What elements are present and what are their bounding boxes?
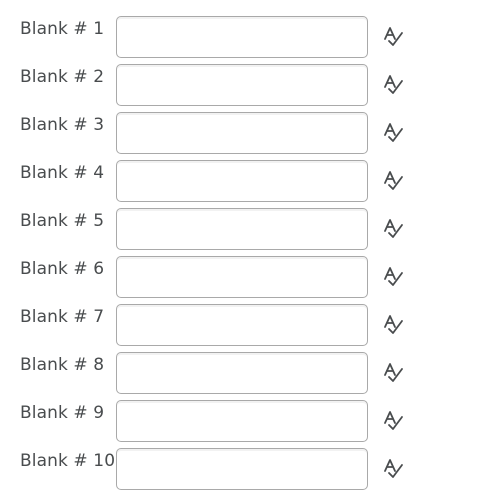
blank-input[interactable] <box>116 160 368 202</box>
spellcheck-icon[interactable] <box>382 25 406 49</box>
blank-label: Blank # 10 <box>20 451 116 471</box>
blank-row: Blank # 9 <box>0 400 485 448</box>
spellcheck-icon[interactable] <box>382 409 406 433</box>
blank-input[interactable] <box>116 352 368 394</box>
blank-row: Blank # 3 <box>0 112 485 160</box>
blank-row: Blank # 2 <box>0 64 485 112</box>
blank-label: Blank # 8 <box>20 355 105 375</box>
blank-input[interactable] <box>116 448 368 490</box>
blank-label: Blank # 1 <box>20 19 105 39</box>
blank-label: Blank # 7 <box>20 307 105 327</box>
blank-row: Blank # 8 <box>0 352 485 400</box>
blank-label: Blank # 2 <box>20 67 105 87</box>
blank-row: Blank # 10 <box>0 448 485 496</box>
spellcheck-icon[interactable] <box>382 73 406 97</box>
blank-input[interactable] <box>116 16 368 58</box>
spellcheck-icon[interactable] <box>382 457 406 481</box>
blank-row: Blank # 1 <box>0 16 485 64</box>
spellcheck-icon[interactable] <box>382 265 406 289</box>
blank-label: Blank # 4 <box>20 163 105 183</box>
blank-row: Blank # 6 <box>0 256 485 304</box>
blank-label: Blank # 5 <box>20 211 105 231</box>
blank-label: Blank # 6 <box>20 259 105 279</box>
spellcheck-icon[interactable] <box>382 313 406 337</box>
spellcheck-icon[interactable] <box>382 361 406 385</box>
blank-input[interactable] <box>116 64 368 106</box>
blank-input[interactable] <box>116 256 368 298</box>
blank-row: Blank # 4 <box>0 160 485 208</box>
blank-input[interactable] <box>116 304 368 346</box>
blank-label: Blank # 3 <box>20 115 105 135</box>
spellcheck-icon[interactable] <box>382 217 406 241</box>
blank-list: Blank # 1 Blank # 2 Blank # 3 Blank # 4 … <box>0 16 485 496</box>
blank-input[interactable] <box>116 112 368 154</box>
blank-row: Blank # 5 <box>0 208 485 256</box>
blank-label: Blank # 9 <box>20 403 105 423</box>
blank-row: Blank # 7 <box>0 304 485 352</box>
spellcheck-icon[interactable] <box>382 121 406 145</box>
blank-input[interactable] <box>116 208 368 250</box>
blank-input[interactable] <box>116 400 368 442</box>
spellcheck-icon[interactable] <box>382 169 406 193</box>
